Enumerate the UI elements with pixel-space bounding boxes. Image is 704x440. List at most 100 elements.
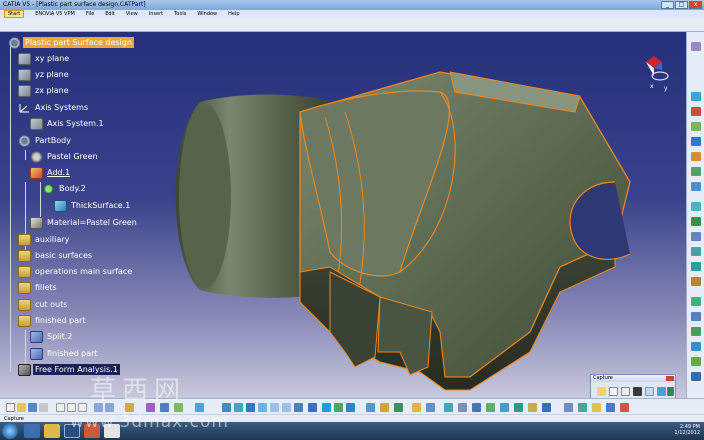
tree-item-yz-plane[interactable]: yz plane xyxy=(18,68,71,81)
save-icon[interactable] xyxy=(28,403,37,412)
toolbar-tool-icon[interactable] xyxy=(691,372,701,381)
toolbar-tool-icon[interactable] xyxy=(514,403,523,412)
iso-view-icon[interactable] xyxy=(308,403,317,412)
tree-item-partbody[interactable]: PartBody xyxy=(18,134,73,147)
tree-item-cut-outs[interactable]: cut outs xyxy=(18,298,69,311)
capture-tool-icon[interactable] xyxy=(621,387,630,396)
toolbar-tool-icon[interactable] xyxy=(691,152,701,161)
compass-widget[interactable]: x y xyxy=(638,52,678,94)
zoom-in-icon[interactable] xyxy=(270,403,279,412)
toolbar-tool-icon[interactable] xyxy=(160,403,169,412)
toolbar-tool-icon[interactable] xyxy=(691,122,701,131)
toolbar-tool-icon[interactable] xyxy=(380,403,389,412)
system-clock[interactable]: 2:49 PM 1/12/2012 xyxy=(674,424,700,436)
toolbar-tool-icon[interactable] xyxy=(691,167,701,176)
toolbar-tool-icon[interactable] xyxy=(174,403,183,412)
taskbar-catia-icon[interactable] xyxy=(104,424,120,438)
tree-item-operations-main-surface[interactable]: operations main surface xyxy=(18,265,134,278)
toolbar-tool-icon[interactable] xyxy=(592,403,601,412)
fit-all-icon[interactable] xyxy=(234,403,243,412)
swap-visible-space-icon[interactable] xyxy=(346,403,355,412)
menu-file[interactable]: File xyxy=(86,10,94,18)
toolbar-tool-icon[interactable] xyxy=(691,137,701,146)
capture-tool-icon[interactable] xyxy=(667,387,674,396)
tree-item-axis-systems[interactable]: Axis Systems xyxy=(18,101,90,114)
toolbar-tool-icon[interactable] xyxy=(691,297,701,306)
toolbar-tool-icon[interactable] xyxy=(472,403,481,412)
close-button[interactable]: x xyxy=(689,1,702,9)
new-document-icon[interactable] xyxy=(6,403,15,412)
specification-tree[interactable]: Plastic part Surface design xy plane yz … xyxy=(0,32,190,380)
toolbar-tool-icon[interactable] xyxy=(691,107,701,116)
zoom-out-icon[interactable] xyxy=(282,403,291,412)
capture-tool-icon[interactable] xyxy=(645,387,654,396)
paste-icon[interactable] xyxy=(78,403,87,412)
whats-this-icon[interactable] xyxy=(125,403,134,412)
toolbar-tool-icon[interactable] xyxy=(394,403,403,412)
tree-item-thicksurface-1[interactable]: ThickSurface.1 xyxy=(54,199,132,212)
menu-start[interactable]: Start xyxy=(4,10,25,18)
formula-icon[interactable] xyxy=(146,403,155,412)
taskbar-app-icon[interactable] xyxy=(64,424,80,438)
print-icon[interactable] xyxy=(39,403,48,412)
tree-item-xy-plane[interactable]: xy plane xyxy=(18,52,71,65)
toolbar-tool-icon[interactable] xyxy=(486,403,495,412)
tree-item-fillets[interactable]: fillets xyxy=(18,281,59,294)
maximize-button[interactable]: □ xyxy=(675,1,688,9)
tree-item-finished-part-split[interactable]: finished part xyxy=(30,347,100,360)
toolbar-tool-icon[interactable] xyxy=(691,327,701,336)
toolbar-tool-icon[interactable] xyxy=(691,182,701,191)
tree-item-axis-system-1[interactable]: Axis System.1 xyxy=(30,117,106,130)
taskbar-app-icon[interactable] xyxy=(84,424,100,438)
capture-tool-icon[interactable] xyxy=(597,387,606,396)
start-button[interactable] xyxy=(2,423,18,439)
toolbar-tool-icon[interactable] xyxy=(564,403,573,412)
hide-show-icon[interactable] xyxy=(334,403,343,412)
tree-item-basic-surfaces[interactable]: basic surfaces xyxy=(18,249,94,262)
tree-item-finished-part[interactable]: finished part xyxy=(18,314,88,327)
toolbar-tool-icon[interactable] xyxy=(691,277,701,286)
capture-tool-icon[interactable] xyxy=(657,387,666,396)
redo-icon[interactable] xyxy=(105,403,114,412)
toolbar-tool-icon[interactable] xyxy=(606,403,615,412)
tree-item-auxiliary[interactable]: auxiliary xyxy=(18,233,71,246)
toolbar-tool-icon[interactable] xyxy=(500,403,509,412)
fly-mode-icon[interactable] xyxy=(222,403,231,412)
toolbar-tool-icon[interactable] xyxy=(691,342,701,351)
toolbar-tool-icon[interactable] xyxy=(691,42,701,51)
toolbar-tool-icon[interactable] xyxy=(691,312,701,321)
menu-insert[interactable]: Insert xyxy=(149,10,163,18)
tree-item-split-2[interactable]: Split.2 xyxy=(30,330,74,343)
toolbar-tool-icon[interactable] xyxy=(458,403,467,412)
toolbar-tool-icon[interactable] xyxy=(542,403,551,412)
toolbar-tool-icon[interactable] xyxy=(691,357,701,366)
normal-view-icon[interactable] xyxy=(294,403,303,412)
open-icon[interactable] xyxy=(17,403,26,412)
toolbar-tool-icon[interactable] xyxy=(691,232,701,241)
menu-edit[interactable]: Edit xyxy=(105,10,115,18)
toolbar-tool-icon[interactable] xyxy=(412,403,421,412)
toolbar-tool-icon[interactable] xyxy=(528,403,537,412)
toolbar-tool-icon[interactable] xyxy=(366,403,375,412)
taskbar-app-icon[interactable] xyxy=(44,424,60,438)
menu-help[interactable]: Help xyxy=(228,10,239,18)
capture-close-button[interactable] xyxy=(666,376,674,381)
rotate-icon[interactable] xyxy=(258,403,267,412)
toolbar-tool-icon[interactable] xyxy=(195,403,204,412)
tree-item-free-form-analysis[interactable]: Free Form Analysis.1 xyxy=(18,363,120,376)
menu-window[interactable]: Window xyxy=(197,10,217,18)
tree-item-body-2[interactable]: Body.2 xyxy=(42,182,88,195)
toolbar-tool-icon[interactable] xyxy=(444,403,453,412)
tree-item-add-1[interactable]: Add.1 xyxy=(30,166,72,179)
toolbar-tool-icon[interactable] xyxy=(691,247,701,256)
copy-icon[interactable] xyxy=(67,403,76,412)
tree-item-zx-plane[interactable]: zx plane xyxy=(18,84,71,97)
tree-root[interactable]: Plastic part Surface design xyxy=(8,36,134,49)
menu-view[interactable]: View xyxy=(126,10,138,18)
capture-tool-icon[interactable] xyxy=(633,387,642,396)
capture-tool-icon[interactable] xyxy=(609,387,618,396)
shading-icon[interactable] xyxy=(322,403,331,412)
cut-icon[interactable] xyxy=(56,403,65,412)
toolbar-tool-icon[interactable] xyxy=(620,403,629,412)
toolbar-tool-icon[interactable] xyxy=(578,403,587,412)
